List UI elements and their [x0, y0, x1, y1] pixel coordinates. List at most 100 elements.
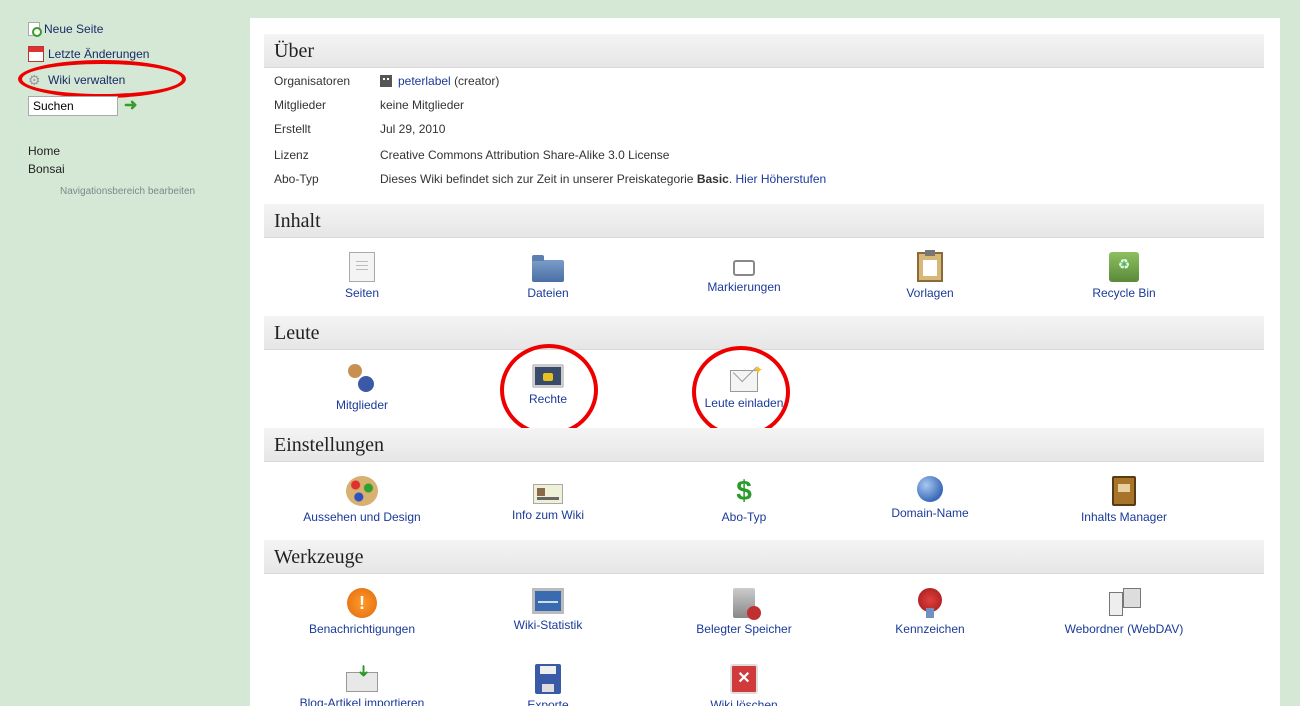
about-row-members: Mitglieder keine Mitglieder [274, 94, 464, 116]
dollar-icon: $ [736, 475, 752, 506]
tile-label: Dateien [527, 286, 569, 300]
tile-members[interactable]: Mitglieder [272, 364, 452, 412]
about-row-plan: Abo-Typ Dieses Wiki befindet sich zur Ze… [274, 172, 827, 186]
about-label: Mitglieder [274, 98, 327, 112]
about-value: Jul 29, 2010 [380, 122, 446, 136]
tile-pages[interactable]: Seiten [272, 252, 452, 300]
tags-icon [733, 260, 755, 276]
tile-statistics[interactable]: Wiki-Statistik [458, 588, 638, 632]
warning-icon: ! [347, 588, 377, 618]
badge-seal-icon [914, 588, 946, 618]
tile-label: Benachrichtigungen [308, 622, 416, 636]
upgrade-link[interactable]: Hier Höherstufen [736, 172, 827, 186]
nav-bonsai[interactable]: Bonsai [28, 162, 65, 176]
disk-usage-icon [733, 588, 761, 620]
about-label: Lizenz [274, 148, 309, 162]
tile-label: Domain-Name [891, 506, 969, 520]
edit-navigation-link[interactable]: Navigationsbereich bearbeiten [60, 186, 195, 197]
search-input[interactable] [28, 96, 118, 116]
license-link[interactable]: Creative Commons Attribution Share-Alike… [380, 148, 669, 162]
section-content-title: Inhalt [264, 204, 1264, 238]
about-label: Organisatoren [274, 74, 351, 88]
clipboard-icon [917, 250, 943, 282]
tile-label: Aussehen und Design [303, 510, 421, 524]
book-icon [1112, 476, 1136, 506]
tile-label: Leute einladen [704, 396, 784, 410]
tile-label: Markierungen [707, 280, 781, 294]
plan-name: Basic [696, 172, 729, 186]
about-row-license: Lizenz Creative Commons Attribution Shar… [274, 144, 669, 166]
about-label: Abo-Typ [274, 172, 319, 186]
tile-invite[interactable]: Leute einladen [654, 363, 834, 410]
globe-icon [917, 476, 943, 502]
user-icon [380, 75, 392, 87]
tile-label: Vorlagen [906, 286, 954, 300]
gear-icon: ⚙ [28, 72, 41, 88]
tile-label: Belegter Speicher [696, 622, 792, 636]
recent-changes-label: Letzte Änderungen [48, 47, 150, 61]
tile-import-blog[interactable]: Blog-Artikel importieren [272, 664, 452, 706]
tile-label: Recycle Bin [1092, 286, 1156, 300]
new-page-link[interactable]: Neue Seite [28, 22, 104, 37]
section-people-title: Leute [264, 316, 1264, 350]
folder-icon [532, 255, 564, 282]
section-tools-title: Werkzeuge [264, 540, 1264, 574]
plan-text: Dieses Wiki befindet sich zur Zeit in un… [380, 172, 694, 186]
tile-label: Info zum Wiki [511, 508, 584, 522]
tile-label: Rechte [528, 392, 568, 406]
manage-wiki-link[interactable]: ⚙ Wiki verwalten [28, 72, 125, 88]
tile-plan[interactable]: $ Abo-Typ [654, 475, 834, 525]
tile-design[interactable]: Aussehen und Design [272, 476, 452, 524]
tile-label: Exporte [527, 698, 569, 706]
section-settings-title: Einstellungen [264, 428, 1264, 462]
tile-label: Kennzeichen [895, 622, 965, 636]
tile-domain[interactable]: Domain-Name [840, 476, 1020, 520]
tile-tags[interactable]: Markierungen [654, 252, 834, 294]
tile-label: Wiki-Statistik [513, 618, 583, 632]
tile-notifications[interactable]: ! Benachrichtigungen [272, 588, 452, 636]
palette-icon [346, 476, 378, 506]
tile-delete-wiki[interactable]: ✕ Wiki löschen [654, 664, 834, 706]
members-icon [346, 364, 378, 394]
delete-icon: ✕ [730, 664, 758, 694]
tile-storage[interactable]: Belegter Speicher [654, 588, 834, 636]
tile-recycle-bin[interactable]: Recycle Bin [1034, 252, 1214, 300]
lock-monitor-icon [532, 364, 564, 388]
tile-wiki-info[interactable]: Info zum Wiki [458, 476, 638, 522]
tile-label: Webordner (WebDAV) [1064, 622, 1184, 636]
creator-suffix: (creator) [454, 74, 500, 88]
tile-exports[interactable]: Exporte [458, 664, 638, 706]
page-icon [349, 252, 375, 282]
manage-wiki-label: Wiki verwalten [48, 73, 126, 87]
import-icon [346, 672, 378, 692]
tile-label: Abo-Typ [721, 510, 767, 524]
about-value: keine Mitglieder [380, 98, 465, 112]
recent-changes-link[interactable]: Letzte Änderungen [28, 46, 149, 62]
tile-label: Seiten [344, 286, 380, 300]
stats-monitor-icon [532, 588, 564, 614]
recycle-bin-icon [1109, 252, 1139, 282]
tile-content-manager[interactable]: Inhalts Manager [1034, 476, 1214, 524]
about-row-created: Erstellt Jul 29, 2010 [274, 118, 445, 140]
new-page-label: Neue Seite [44, 22, 104, 36]
main-panel: Über Organisatoren peterlabel (creator) … [250, 18, 1280, 706]
search-arrow-icon[interactable]: ➜ [124, 98, 140, 114]
tile-permissions[interactable]: Rechte [458, 364, 638, 406]
tile-label: Blog-Artikel importieren [299, 696, 425, 706]
tile-webdav[interactable]: Webordner (WebDAV) [1034, 588, 1214, 636]
save-icon [535, 664, 561, 694]
tile-files[interactable]: Dateien [458, 252, 638, 300]
tile-templates[interactable]: Vorlagen [840, 250, 1020, 300]
id-card-icon [533, 484, 563, 504]
section-about-title: Über [264, 34, 1264, 68]
server-icon [1109, 588, 1141, 618]
calendar-icon [28, 46, 44, 62]
organizer-link[interactable]: peterlabel [398, 74, 451, 88]
tile-badges[interactable]: Kennzeichen [840, 588, 1020, 636]
tile-label: Wiki löschen [710, 698, 778, 706]
about-row-organizers: Organisatoren peterlabel (creator) [274, 70, 499, 92]
sidebar: Neue Seite Letzte Änderungen ⚙ Wiki verw… [0, 0, 240, 706]
tile-label: Inhalts Manager [1080, 510, 1168, 524]
nav-home[interactable]: Home [28, 144, 60, 158]
about-label: Erstellt [274, 122, 311, 136]
